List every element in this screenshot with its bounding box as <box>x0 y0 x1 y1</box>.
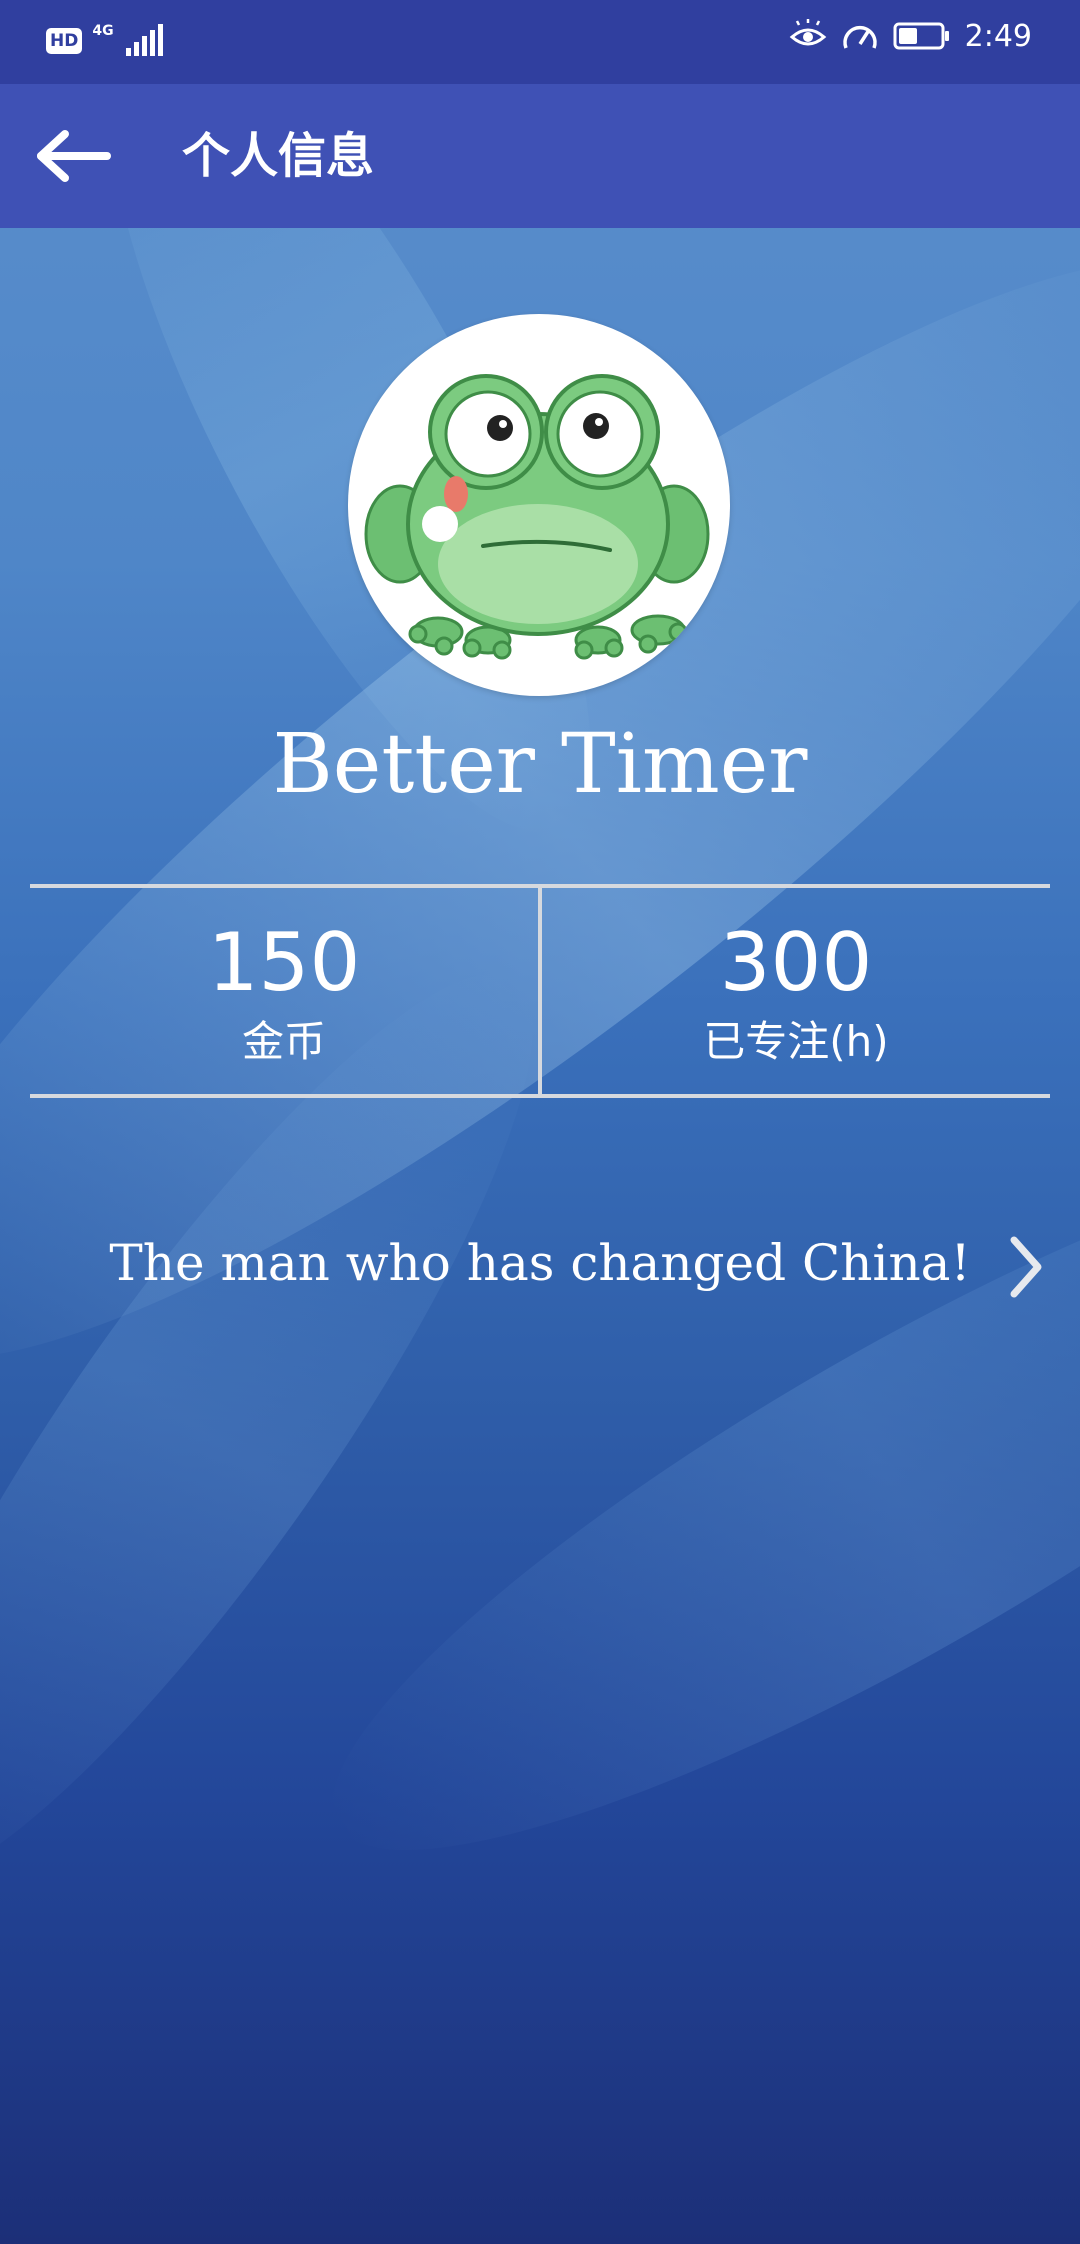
arrow-left-icon <box>37 130 111 182</box>
eye-comfort-icon <box>789 19 826 46</box>
speedometer-icon <box>842 25 877 49</box>
stat-focused-hours: 300 已专注(h) <box>538 888 1050 1094</box>
frog-avatar-icon <box>364 374 710 660</box>
motto-text: The man who has changed China! <box>109 1234 971 1292</box>
background-streak <box>262 1045 1080 1955</box>
page-title: 个人信息 <box>182 128 375 184</box>
status-bar: HD 4G 2:49 <box>0 0 1080 84</box>
focused-hours-label: 已专注(h) <box>703 1017 889 1066</box>
stats-panel: 150 金币 300 已专注(h) <box>30 884 1050 1098</box>
back-button[interactable] <box>28 120 118 192</box>
focused-hours-value: 300 <box>719 916 873 1009</box>
clock: 2:49 <box>964 18 1032 54</box>
network-type: 4G <box>92 23 114 39</box>
chevron-right-icon <box>1010 1236 1042 1298</box>
profile-screen: HD 4G 2:49 个人信息 Better Timer 150 金币 300 … <box>0 0 1080 2244</box>
coins-label: 金币 <box>241 1017 326 1066</box>
motto-row[interactable]: The man who has changed China! <box>0 1196 1080 1336</box>
status-right: 2:49 <box>789 18 1032 54</box>
avatar[interactable] <box>348 314 730 696</box>
username: Better Timer <box>272 717 808 812</box>
app-bar: 个人信息 <box>0 84 1080 228</box>
coins-value: 150 <box>207 916 361 1009</box>
status-left: HD 4G <box>46 23 164 58</box>
stat-coins: 150 金币 <box>30 888 538 1094</box>
battery-icon <box>893 22 949 50</box>
hd-badge: HD <box>46 28 83 54</box>
signal-icon <box>125 24 163 56</box>
